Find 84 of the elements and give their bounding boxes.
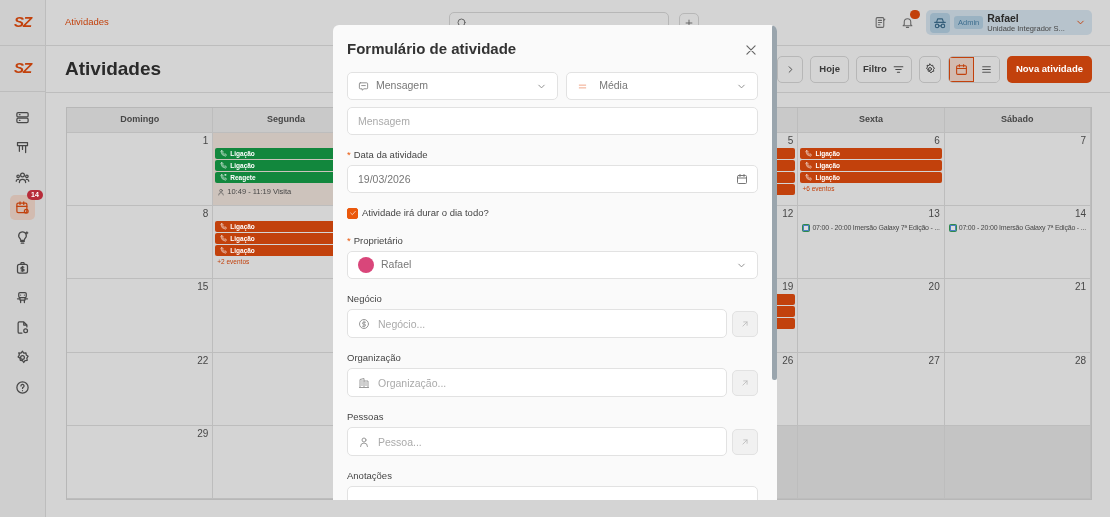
day-number: 26 xyxy=(782,354,794,367)
day-number: 5 xyxy=(787,135,794,147)
day-number: 20 xyxy=(928,281,940,294)
day-number: 14 xyxy=(1074,208,1086,221)
phone-icon xyxy=(220,247,228,255)
user-name: Rafael xyxy=(987,11,1020,24)
checkbox[interactable] xyxy=(347,207,358,219)
phone-icon xyxy=(220,162,228,169)
day-number: 19 xyxy=(782,281,794,294)
phone-icon xyxy=(805,174,813,181)
field-label: Negócio xyxy=(347,294,382,305)
calendar-app-icon xyxy=(802,224,811,233)
new-activity-button[interactable]: Nova atividade xyxy=(1006,55,1092,83)
person-icon xyxy=(358,435,370,448)
close-button[interactable] xyxy=(744,43,758,57)
settings-icon xyxy=(15,350,30,365)
plus-icon xyxy=(684,17,694,28)
priority-select[interactable]: Média xyxy=(566,72,758,100)
checklist-icon xyxy=(874,16,887,29)
settings-button[interactable] xyxy=(918,55,941,83)
day-number: 8 xyxy=(202,208,209,221)
day-number: 6 xyxy=(934,135,940,147)
day-number: 7 xyxy=(1080,135,1086,147)
field-label: Pessoas xyxy=(347,412,384,423)
building-icon xyxy=(358,376,370,389)
page-title: Atividades xyxy=(65,57,162,81)
phone-icon xyxy=(220,150,228,157)
notification-badge xyxy=(910,10,920,19)
arrow-icon xyxy=(740,436,750,447)
check-icon xyxy=(348,209,357,218)
phone-icon xyxy=(220,235,228,243)
kanban-icon xyxy=(15,140,30,155)
close-icon xyxy=(744,43,758,57)
phone-icon xyxy=(220,223,228,231)
phone-icon xyxy=(805,150,813,157)
owner-select[interactable]: Rafael xyxy=(347,251,758,280)
phone-arrow-icon xyxy=(220,174,228,181)
arrow-icon xyxy=(740,377,750,388)
sidebar-item[interactable] xyxy=(10,195,35,220)
day-number: 29 xyxy=(197,427,209,440)
day-number: 27 xyxy=(928,354,940,367)
logo: SZ xyxy=(13,58,32,79)
type-select[interactable]: Mensagem xyxy=(347,72,559,100)
day-number: 22 xyxy=(197,354,209,367)
logo: SZ xyxy=(13,12,32,33)
day-number: 13 xyxy=(928,208,940,221)
money-bag-icon xyxy=(15,260,30,275)
day-number: 12 xyxy=(782,208,794,221)
field-label: Anotações xyxy=(347,471,392,482)
column-header: Sábado xyxy=(944,108,1091,133)
bell-icon xyxy=(901,16,914,29)
phone-icon xyxy=(805,162,813,169)
scrollbar[interactable] xyxy=(772,25,777,380)
checkbox-label: Atividade irá durar o dia todo? xyxy=(362,206,489,220)
column-header: Sexta xyxy=(798,108,945,133)
settings-icon xyxy=(923,63,936,75)
day-number: 1 xyxy=(202,135,209,147)
robot-icon xyxy=(15,290,30,305)
column-header: Domingo xyxy=(67,108,214,133)
breadcrumb-link[interactable]: Atividades xyxy=(65,15,109,30)
today-button[interactable]: Hoje xyxy=(810,55,849,83)
dollar-icon xyxy=(358,317,370,330)
stack-icon xyxy=(15,110,30,125)
arrow-icon xyxy=(740,318,750,329)
people-icon xyxy=(15,170,30,185)
document-gear-icon xyxy=(15,320,30,335)
dialog-title: Formulário de atividade xyxy=(347,39,517,59)
lightbulb-icon xyxy=(15,230,30,245)
person-icon xyxy=(217,187,226,196)
calendar-icon xyxy=(15,200,30,215)
filter-button[interactable]: Filtro xyxy=(855,55,912,83)
date-field[interactable]: 19/03/2026 xyxy=(347,165,758,193)
day-number: 28 xyxy=(1074,354,1086,367)
subject-field[interactable]: Mensagem xyxy=(347,107,758,135)
chat-icon xyxy=(358,80,369,92)
day-number: 15 xyxy=(197,281,209,294)
calendar-icon xyxy=(736,173,748,185)
help-icon xyxy=(15,380,30,395)
calendar-icon xyxy=(954,62,968,76)
field-label: Organização xyxy=(347,353,401,364)
day-number: 21 xyxy=(1074,281,1086,294)
avatar xyxy=(358,257,374,274)
view-toggle[interactable] xyxy=(948,56,974,82)
calendar-app-icon xyxy=(948,224,957,233)
